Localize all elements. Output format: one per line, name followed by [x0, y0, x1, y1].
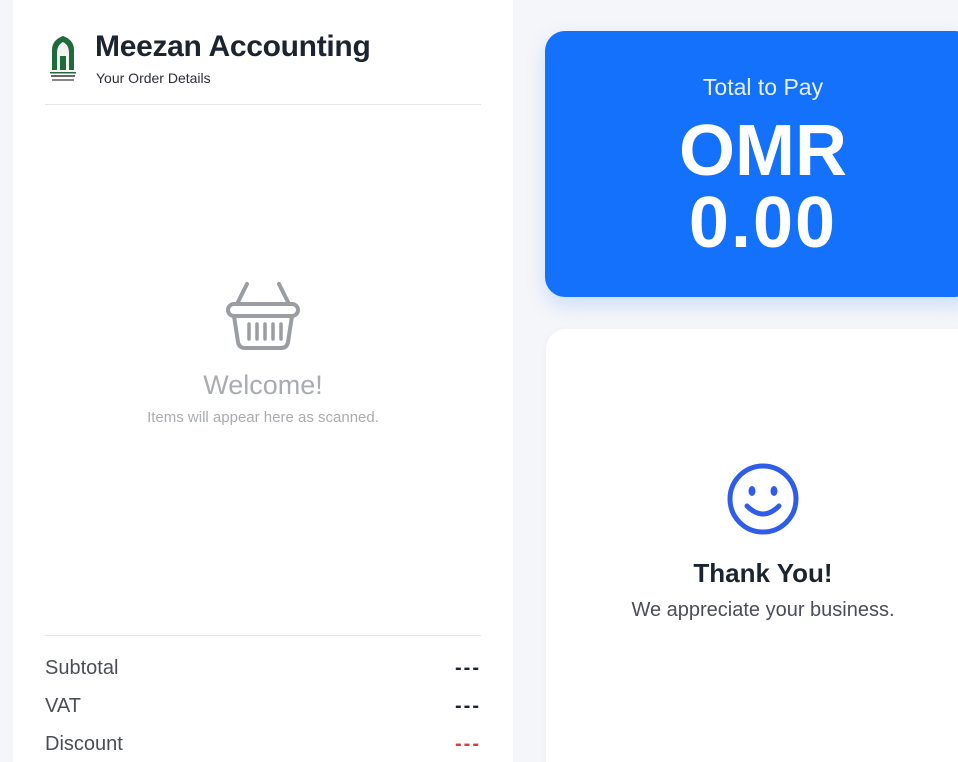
order-summary: Subtotal --- VAT --- Discount --- — [45, 635, 481, 755]
discount-label: Discount — [45, 733, 123, 755]
total-amount: 0.00 — [688, 183, 838, 263]
order-details-subtitle: Your Order Details — [96, 70, 211, 86]
welcome-title: Welcome! — [203, 370, 323, 400]
empty-cart-state: Welcome! Items will appear here as scann… — [45, 280, 481, 426]
vat-row: VAT --- — [45, 674, 481, 717]
total-currency: OMR — [679, 111, 847, 191]
company-name: Meezan Accounting — [95, 30, 371, 63]
order-header: Meezan Accounting Your Order Details — [45, 26, 481, 105]
thank-you-message: We appreciate your business. — [631, 599, 895, 621]
thank-you-title: Thank You! — [693, 558, 833, 588]
total-to-pay-card: Total to Pay OMR 0.00 — [545, 31, 958, 297]
discount-row: Discount --- — [45, 712, 481, 755]
company-logo — [50, 36, 76, 81]
order-panel: Meezan Accounting Your Order Details Wel… — [13, 0, 513, 762]
thank-you-card: Thank You! We appreciate your business. — [546, 329, 958, 762]
discount-value: --- — [455, 733, 481, 755]
basket-icon — [226, 282, 300, 350]
welcome-message: Items will appear here as scanned. — [147, 409, 379, 426]
smile-icon — [727, 463, 799, 535]
subtotal-row: Subtotal --- — [45, 636, 481, 679]
pos-customer-display: Meezan Accounting Your Order Details Wel… — [0, 0, 958, 762]
total-label: Total to Pay — [702, 74, 824, 100]
